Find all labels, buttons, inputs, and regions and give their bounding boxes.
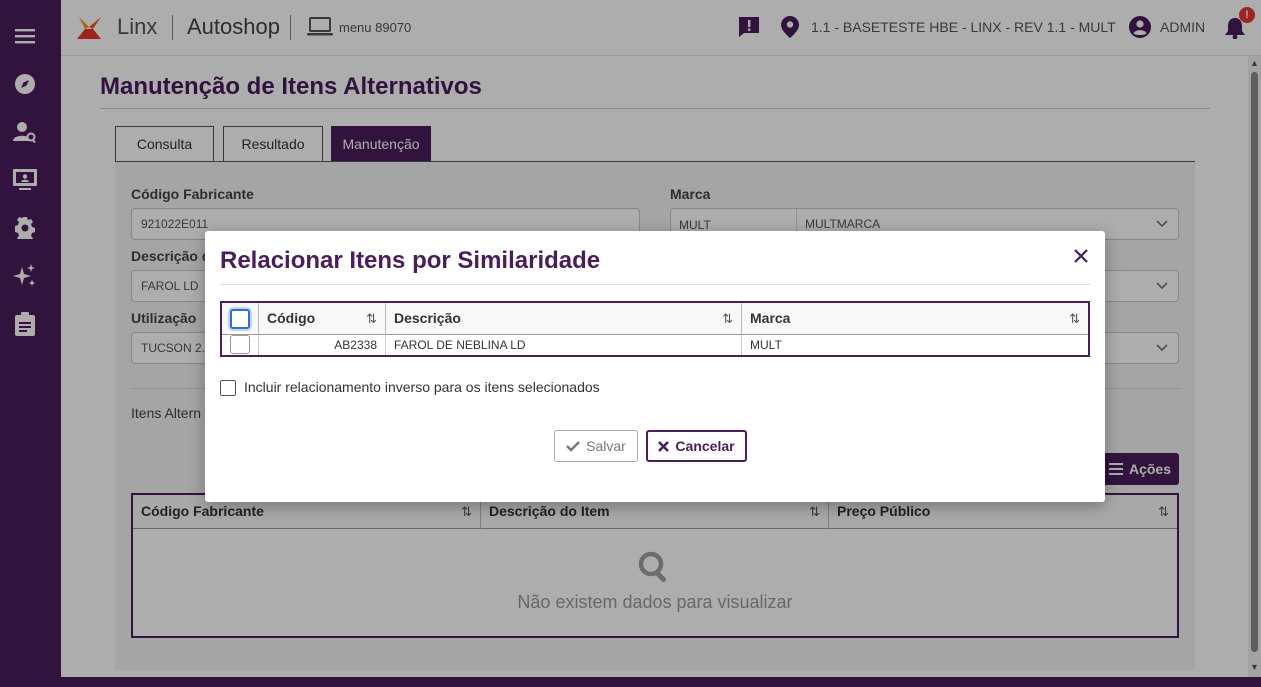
cell-codigo: AB2338 xyxy=(259,335,386,355)
similar-items-grid: Código ⇅ Descrição ⇅ Marca ⇅ AB2338 FARO… xyxy=(220,301,1090,357)
column-label: Código xyxy=(267,310,316,326)
cancel-label: Cancelar xyxy=(675,438,735,454)
inverse-relation-label[interactable]: Incluir relacionamento inverso para os i… xyxy=(244,379,600,395)
save-button[interactable]: Salvar xyxy=(554,430,638,462)
save-label: Salvar xyxy=(586,438,626,454)
column-codigo[interactable]: Código ⇅ xyxy=(259,303,386,335)
row-checkbox[interactable] xyxy=(230,335,250,354)
sort-icon[interactable]: ⇅ xyxy=(722,311,733,327)
sort-icon[interactable]: ⇅ xyxy=(366,311,377,327)
similarity-modal: Relacionar Itens por Similaridade Código… xyxy=(205,231,1105,502)
column-label: Marca xyxy=(750,310,791,326)
check-icon xyxy=(566,441,581,452)
cell-marca: MULT xyxy=(750,338,782,352)
grid-header: Código ⇅ Descrição ⇅ Marca ⇅ xyxy=(222,303,1088,335)
modal-divider xyxy=(220,284,1090,285)
x-icon xyxy=(658,440,670,452)
row-select-cell xyxy=(222,335,259,355)
table-row[interactable]: AB2338 FAROL DE NEBLINA LD MULT xyxy=(222,335,1088,355)
cell-descricao: FAROL DE NEBLINA LD xyxy=(386,335,742,355)
column-label: Descrição xyxy=(394,310,461,326)
select-all-cell xyxy=(222,303,259,335)
sort-icon[interactable]: ⇅ xyxy=(1069,311,1080,327)
select-all-checkbox[interactable] xyxy=(230,309,250,329)
modal-title: Relacionar Itens por Similaridade xyxy=(220,247,601,274)
cancel-button[interactable]: Cancelar xyxy=(646,430,747,462)
inverse-relation-checkbox[interactable] xyxy=(220,380,236,396)
column-descricao[interactable]: Descrição ⇅ xyxy=(386,303,742,335)
column-marca[interactable]: Marca ⇅ xyxy=(742,303,1088,335)
close-icon[interactable] xyxy=(1070,245,1092,267)
